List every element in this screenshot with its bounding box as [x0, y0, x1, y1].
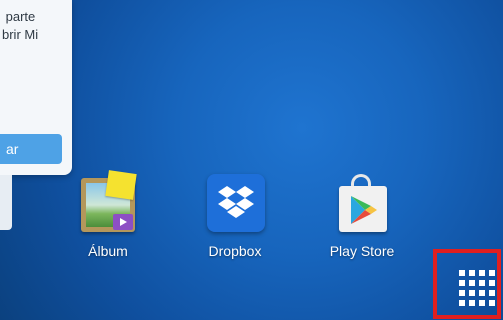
app-shortcut-album[interactable]: Álbum: [63, 170, 153, 259]
side-panel-edge: [0, 175, 12, 230]
card-action-button[interactable]: ar: [0, 134, 62, 164]
app-label-dropbox: Dropbox: [208, 243, 262, 259]
app-drawer-button[interactable]: [459, 270, 495, 306]
app-label-play-store: Play Store: [329, 243, 395, 259]
dropbox-icon[interactable]: [204, 172, 266, 234]
app-shortcut-play-store[interactable]: Play Store: [317, 172, 407, 259]
notification-card: parte brir Mi ar: [0, 0, 72, 175]
card-text: parte brir Mi: [2, 9, 39, 42]
album-icon[interactable]: [77, 170, 139, 234]
app-shortcut-dropbox[interactable]: Dropbox: [190, 172, 280, 259]
app-label-album: Álbum: [88, 243, 128, 259]
app-drawer-grid-icon: [459, 270, 495, 306]
play-store-icon[interactable]: [331, 172, 393, 234]
